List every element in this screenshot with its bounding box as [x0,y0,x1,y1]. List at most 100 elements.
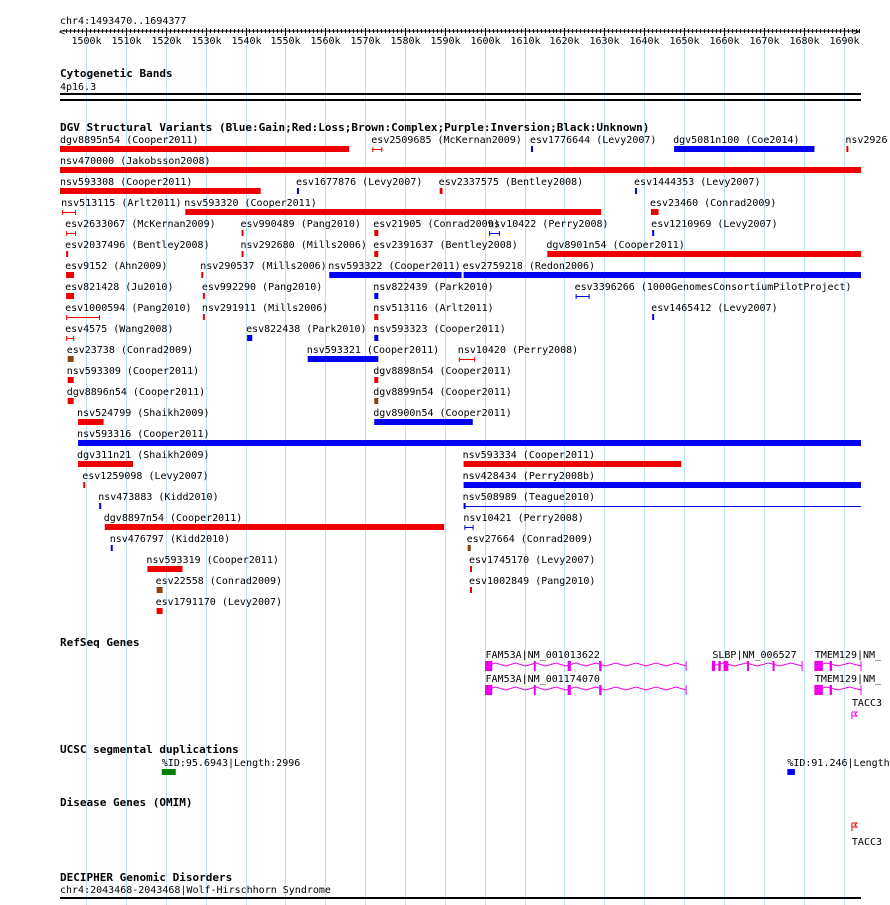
dgv-variant[interactable]: esv23738 (Conrad2009) [67,345,193,362]
dgv-variant-label: esv822438 (Park2010) [246,324,366,335]
cytoband-track[interactable]: Cytogenetic Bands 4p16.3 [60,67,861,101]
refseq-gene[interactable]: TACC3 [851,698,882,719]
refseq-track[interactable]: RefSeq Genes FAM53A|NM_001013622 SLBP|NM_… [60,636,882,719]
dgv-variant-bar [650,209,659,215]
dgv-track[interactable]: DGV Structural Variants (Blue:Gain;Red:L… [60,121,887,614]
dgv-variant[interactable]: nsv291911 (Mills2006) [202,303,328,320]
ruler-tick-label: 1640k [629,36,659,47]
decipher-track[interactable]: DECIPHER Genomic Disorders chr4:2043468-… [60,871,861,899]
dgv-variant[interactable]: nsv513115 (Arlt2011) [61,198,182,215]
dgv-variant[interactable]: nsv593319 (Cooper2011) [146,555,279,572]
ruler-track[interactable]: chr4:1493470..1694377 < > 1500k1510k1520… [59,16,860,47]
dgv-variant[interactable]: dgv5081n100 (Coe2014) [673,135,815,152]
dgv-variant[interactable]: nsv10422 (Perry2008) [488,219,609,236]
dgv-variants[interactable]: dgv8895n54 (Cooper2011) esv2509685 (McKer… [60,135,887,614]
dgv-variant[interactable]: esv822438 (Park2010) [246,324,367,341]
omim-gene[interactable]: TACC3 [851,822,882,848]
dgv-variant[interactable]: nsv2926 [845,135,887,152]
dgv-variant[interactable]: nsv10420 (Perry2008) [458,345,578,362]
dgv-variant[interactable]: esv1776644 (Levy2007) [530,135,656,152]
dgv-variant[interactable]: esv990489 (Pang2010) [241,219,361,236]
dgv-variant[interactable]: esv3396266 (1000GenomesConsortiumPilotPr… [575,282,852,299]
dgv-variant[interactable]: nsv10421 (Perry2008) [463,513,584,530]
dgv-variant[interactable]: nsv822439 (Park2010) [373,282,494,299]
refseq-gene[interactable]: FAM53A|NM_001174070 [485,674,687,695]
dgv-variant[interactable]: esv1791170 (Levy2007) [156,597,282,614]
refseq-gene[interactable]: TMEM129|NM_ [814,650,882,671]
dgv-variant[interactable]: esv9152 (Ahn2009) [65,261,167,278]
dgv-variant[interactable]: esv1259098 (Levy2007) [82,471,209,488]
dgv-variant[interactable]: dgv311n21 (Shaikh2009) [77,450,210,467]
refseq-gene[interactable]: SLBP|NM_006527 [711,650,803,671]
dgv-variant[interactable]: esv1677876 (Levy2007) [296,177,422,194]
dgv-variant-label: nsv10420 (Perry2008) [458,345,578,356]
dgv-variant-bar [66,272,75,278]
dgv-variant-label: esv1000594 (Pang2010) [65,303,191,314]
dgv-variant-label: nsv290537 (Mills2006) [200,261,326,272]
dgv-variant[interactable]: esv992290 (Pang2010) [202,282,322,299]
ruler-tick-label: 1550k [270,36,300,47]
dgv-variant[interactable]: dgv8899n54 (Cooper2011) [373,387,512,404]
refseq-genes[interactable]: FAM53A|NM_001013622 SLBP|NM_006527 TMEM129… [485,650,883,719]
dgv-variant[interactable]: esv1002849 (Pang2010) [469,576,595,593]
gene-start-flag-icon [851,711,859,719]
dgv-variant[interactable]: dgv8897n54 (Cooper2011) [104,513,445,530]
dgv-variant[interactable]: esv23460 (Conrad2009) [650,198,776,215]
dgv-variant-label: nsv593316 (Cooper2011) [77,429,209,440]
dgv-variant[interactable]: esv2337575 (Bentley2008) [439,177,584,194]
dgv-variant[interactable]: nsv470000 (Jakobsson2008) [60,156,861,173]
segdup-track[interactable]: UCSC segmental duplications %ID:95.6943|… [60,743,890,775]
dgv-variant[interactable]: nsv593321 (Cooper2011) [307,345,439,362]
refseq-gene[interactable]: TMEM129|NM_ [814,674,882,695]
omim-genes[interactable]: TACC3 [851,822,882,848]
dgv-variant[interactable]: esv21905 (Conrad2009) [373,219,500,236]
dgv-variant[interactable]: nsv593320 (Cooper2011) [184,198,602,215]
dgv-variant-label: nsv10422 (Perry2008) [488,219,608,230]
dgv-variant[interactable]: esv4575 (Wang2008) [65,324,173,341]
segdup-label: %ID:91.246|Length: [787,758,890,769]
omim-gene-label: TACC3 [852,837,882,848]
dgv-variant[interactable]: esv2633067 (McKernan2009) [65,219,216,236]
dgv-variant[interactable]: esv821428 (Ju2010) [65,282,173,299]
dgv-variant-bar [110,545,113,551]
dgv-variant[interactable]: nsv524799 (Shaikh2009) [77,408,210,425]
dgv-variant-label: esv1444353 (Levy2007) [634,177,760,188]
refseq-gene[interactable]: FAM53A|NM_001013622 [485,650,687,671]
ruler-tick-label: 1570k [350,36,380,47]
omim-track[interactable]: Disease Genes (OMIM) TACC3 [60,796,882,848]
dgv-variant[interactable]: nsv290537 (Mills2006) [200,261,327,278]
dgv-variant[interactable]: dgv8896n54 (Cooper2011) [67,387,205,404]
dgv-variant[interactable]: nsv476797 (Kidd2010) [110,534,230,551]
dgv-variant[interactable]: nsv593308 (Cooper2011) [60,177,261,194]
dgv-variant[interactable]: dgv8901n54 (Cooper2011) [546,240,861,257]
dgv-variant[interactable]: nsv593316 (Cooper2011) [77,429,862,446]
dgv-variant[interactable]: dgv8895n54 (Cooper2011) [60,135,350,152]
dgv-variant-label: esv4575 (Wang2008) [65,324,173,335]
dgv-variant[interactable]: nsv292680 (Mills2006) [241,240,367,257]
dgv-variant[interactable]: esv22558 (Conrad2009) [156,576,282,593]
dgv-variant[interactable]: esv1210969 (Levy2007) [651,219,778,236]
segdup-bar [161,769,176,775]
dgv-variant[interactable]: nsv593334 (Cooper2011) [463,450,682,467]
dgv-variant[interactable]: esv2759218 (Redon2006) [463,261,861,278]
dgv-variant[interactable]: esv1745170 (Levy2007) [469,555,595,572]
dgv-variant[interactable]: esv2509685 (McKernan2009) [371,135,522,152]
dgv-variant[interactable]: nsv473883 (Kidd2010) [98,492,219,509]
dgv-variant-bar [99,503,102,509]
dgv-variant[interactable]: esv1444353 (Levy2007) [634,177,760,194]
dgv-variant[interactable]: nsv593322 (Cooper2011) [328,261,462,278]
cytoband-bar[interactable] [60,93,861,95]
dgv-variant[interactable]: esv1000594 (Pang2010) [65,303,192,320]
segdup-item[interactable]: %ID:91.246|Length: [787,758,890,775]
dgv-variant[interactable]: nsv508989 (Teague2010) [463,492,861,509]
segdup-item[interactable]: %ID:95.6943|Length:2996 [161,758,300,775]
refseq-exon [814,685,823,695]
dgv-variant[interactable]: dgv8900n54 (Cooper2011) [373,408,512,425]
dgv-variant[interactable]: esv1465412 (Levy2007) [651,303,778,320]
dgv-variant[interactable]: dgv8898n54 (Cooper2011) [373,366,512,383]
ruler-tick-label: 1590k [430,36,460,47]
dgv-variant[interactable]: nsv428434 (Perry2008b) [463,471,861,488]
refseq-exon [599,661,602,671]
decipher-item[interactable]: chr4:2043468-2043468|Wolf-Hirschhorn Syn… [60,885,331,896]
dgv-variant[interactable]: nsv513116 (Arlt2011) [373,303,494,320]
